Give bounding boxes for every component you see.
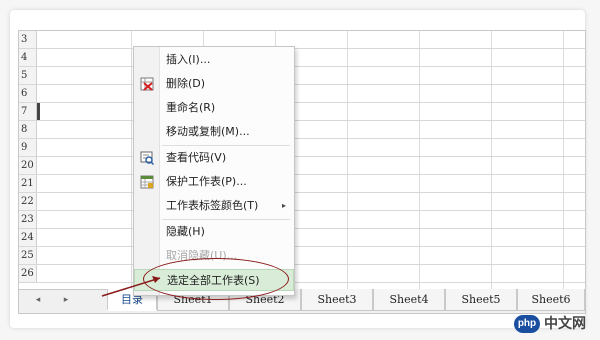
row-header[interactable]: 5 [19, 67, 37, 84]
grid-row[interactable]: 23 [19, 211, 585, 229]
row-header[interactable]: 8 [19, 121, 37, 138]
menu-item-label: 查看代码(V) [166, 151, 227, 164]
tab-sheet5[interactable]: Sheet5 [445, 289, 517, 311]
grid-row[interactable]: 7 [19, 103, 585, 121]
tab-scroll-right-button[interactable]: ▸ [59, 295, 73, 305]
site-watermark: php 中文网 [514, 314, 594, 336]
menu-item-label: 工作表标签颜色(T) [166, 199, 259, 212]
active-cell-marker [37, 103, 40, 120]
grid-row[interactable]: 5 [19, 67, 585, 85]
menu-item-label: 重命名(R) [166, 101, 216, 114]
annotation-arrow-icon [101, 276, 161, 297]
submenu-arrow-icon: ▸ [281, 201, 286, 210]
row-header[interactable]: 24 [19, 229, 37, 246]
row-header[interactable]: 3 [19, 31, 37, 48]
grid-row[interactable]: 4 [19, 49, 585, 67]
tab-sheet6[interactable]: Sheet6 [517, 289, 585, 311]
worksheet-grid[interactable]: 3 4 5 6 7 8 9 20 21 22 23 24 25 26 [19, 31, 585, 289]
row-header[interactable]: 20 [19, 157, 37, 174]
row-header[interactable]: 26 [19, 265, 37, 282]
watermark-text: 中文网 [544, 316, 586, 332]
menu-item-label: 保护工作表(P)... [166, 175, 247, 188]
grid-row[interactable]: 20 [19, 157, 585, 175]
menu-separator [162, 145, 290, 146]
row-header[interactable]: 21 [19, 175, 37, 192]
row-header[interactable]: 7 [19, 103, 37, 120]
menu-item-view-code[interactable]: 查看代码(V) [134, 147, 294, 169]
row-header[interactable]: 9 [19, 139, 37, 156]
tab-scroll-left-button[interactable]: ◂ [31, 295, 45, 305]
menu-item-label: 删除(D) [166, 77, 206, 90]
tab-sheet4[interactable]: Sheet4 [373, 289, 445, 311]
menu-item-label: 隐藏(H) [166, 225, 205, 238]
menu-separator [162, 219, 290, 220]
grid-row[interactable]: 9 [19, 139, 585, 157]
php-logo: php [514, 315, 540, 333]
grid-row[interactable]: 24 [19, 229, 585, 247]
view-code-icon [140, 151, 154, 165]
row-header[interactable]: 4 [19, 49, 37, 66]
grid-row[interactable]: 3 [19, 31, 585, 49]
menu-item-protect-sheet[interactable]: 保护工作表(P)... [134, 171, 294, 193]
menu-item-tab-color[interactable]: 工作表标签颜色(T) ▸ [134, 195, 294, 217]
grid-row[interactable]: 22 [19, 193, 585, 211]
menu-item-move-or-copy[interactable]: 移动或复制(M)... [134, 121, 294, 143]
menu-item-label: 移动或复制(M)... [166, 125, 250, 138]
row-header[interactable]: 6 [19, 85, 37, 102]
delete-sheet-icon [140, 77, 154, 91]
menu-item-label: 插入(I)... [166, 53, 211, 66]
row-header[interactable]: 22 [19, 193, 37, 210]
row-header[interactable]: 25 [19, 247, 37, 264]
menu-item-rename[interactable]: 重命名(R) [134, 97, 294, 119]
menu-item-delete[interactable]: 删除(D) [134, 73, 294, 95]
menu-item-hide[interactable]: 隐藏(H) [134, 221, 294, 243]
menu-item-insert[interactable]: 插入(I)... [134, 49, 294, 71]
grid-row[interactable]: 6 [19, 85, 585, 103]
grid-row[interactable]: 21 [19, 175, 585, 193]
protect-sheet-icon [140, 175, 154, 189]
tab-sheet3[interactable]: Sheet3 [301, 289, 373, 311]
row-header[interactable]: 23 [19, 211, 37, 228]
grid-row[interactable]: 8 [19, 121, 585, 139]
